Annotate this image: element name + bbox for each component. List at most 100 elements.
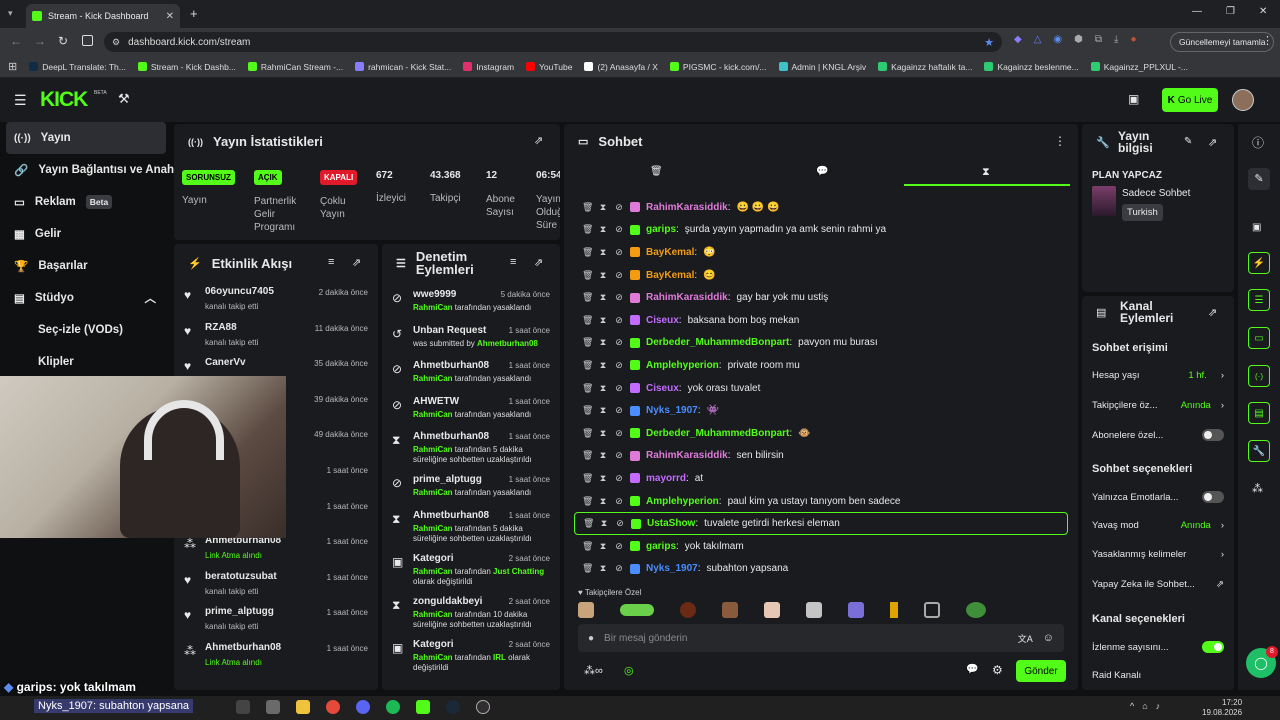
- popout-icon[interactable]: ⇗: [352, 256, 361, 269]
- delete-message-icon[interactable]: 🗑: [582, 428, 593, 439]
- chat-username[interactable]: Ciseux: [646, 383, 679, 394]
- emote-icon[interactable]: [924, 602, 940, 618]
- maximize-icon[interactable]: ❐: [1226, 6, 1235, 17]
- popout-icon[interactable]: ⇗: [1208, 306, 1217, 319]
- moderation-item[interactable]: ⊘ Ahmetburhan08 1 saat önce RahmiCan tarafı…: [382, 359, 560, 395]
- hourglass-icon[interactable]: ⧗: [982, 166, 990, 179]
- sidebar-item-studio[interactable]: ▤ Stüdyo ︿: [0, 282, 172, 314]
- bookmark-item[interactable]: Stream - Kick Dashb...: [137, 62, 236, 72]
- downloads-icon[interactable]: ⤓: [1114, 34, 1118, 45]
- view-count-toggle[interactable]: [1202, 641, 1224, 653]
- bookmark-item[interactable]: (2) Anasayfa / X: [584, 62, 658, 72]
- chat-username[interactable]: UstaShow: [647, 518, 695, 529]
- ban-icon[interactable]: ⊘: [614, 428, 624, 439]
- bookmark-star-icon[interactable]: ★: [984, 36, 994, 49]
- emoji-icon[interactable]: ☺: [1043, 632, 1054, 644]
- settings-gear-icon[interactable]: ⚙: [992, 663, 1003, 677]
- emote-icon[interactable]: [620, 604, 654, 616]
- extension-3-icon[interactable]: ◉: [1053, 34, 1062, 45]
- rail-chat-icon[interactable]: ▭: [1248, 327, 1270, 349]
- delete-message-icon[interactable]: 🗑: [582, 383, 593, 394]
- moderation-item[interactable]: ▣ Kategori 2 saat önce RahmiCan tarafından …: [382, 638, 560, 681]
- delete-message-icon[interactable]: 🗑: [582, 315, 593, 326]
- bookmark-item[interactable]: Kagainzz beslenme...: [984, 62, 1079, 72]
- filter-icon[interactable]: ≡: [510, 256, 516, 268]
- chat-username[interactable]: BayKemal: [646, 247, 694, 258]
- chat-input[interactable]: ● Bir mesaj gönderin 文A ☺: [578, 624, 1064, 652]
- activity-item[interactable]: ♥ beratotuzsubat kanalı takip etti 1 saat ö…: [174, 569, 378, 605]
- ban-icon[interactable]: ⊘: [614, 337, 624, 348]
- delete-message-icon[interactable]: 🗑: [582, 202, 593, 213]
- explorer-icon[interactable]: [296, 700, 310, 714]
- moderation-item[interactable]: ⊘ wwe9999 5 dakika önce RahmiCan tarafından…: [382, 288, 560, 324]
- tools-icon[interactable]: ⚒: [118, 91, 130, 107]
- popout-icon[interactable]: ⇗: [534, 256, 543, 269]
- browser-menu-icon[interactable]: ⋮: [1262, 34, 1273, 47]
- extensions-puzzle-icon[interactable]: ⧉: [1095, 34, 1102, 45]
- chat-message[interactable]: 🗑 ⧗ ⊘ garips: şurda yayın yapmadın ya amk se…: [564, 219, 1078, 242]
- popout-icon[interactable]: ⇗: [1208, 136, 1217, 149]
- bookmark-item[interactable]: Instagram: [463, 62, 514, 72]
- task-view-icon[interactable]: [236, 700, 250, 714]
- bookmark-item[interactable]: Kagainzz_PPLXUL -...: [1090, 62, 1188, 72]
- timeout-icon[interactable]: ⧗: [598, 247, 608, 258]
- update-button[interactable]: Güncellemeyi tamamla: [1170, 32, 1275, 52]
- timeout-icon[interactable]: ⧗: [598, 473, 608, 484]
- popout-icon[interactable]: ⇗: [534, 134, 543, 147]
- extension-1-icon[interactable]: ◆: [1014, 34, 1022, 45]
- chat-message[interactable]: 🗑 ⧗ ⊘ mayorrd: at: [564, 467, 1078, 490]
- delete-message-icon[interactable]: 🗑: [582, 247, 593, 258]
- timeout-icon[interactable]: ⧗: [598, 292, 608, 303]
- activity-item[interactable]: ⁂ Ahmetburhan08 Link Atma alındı 1 saat önc…: [174, 533, 378, 569]
- delete-message-icon[interactable]: 🗑: [582, 292, 593, 303]
- sidebar-item-stream[interactable]: ((·)) Yayın: [6, 122, 166, 154]
- ban-icon[interactable]: ⊘: [614, 292, 624, 303]
- info-icon[interactable]: ⓘ: [1252, 134, 1264, 151]
- emote-icon[interactable]: [890, 602, 898, 618]
- bookmark-item[interactable]: YouTube: [526, 62, 572, 72]
- chat-message[interactable]: 🗑 ⧗ ⊘ Nyks_1907: 👾: [564, 399, 1078, 422]
- chat-bubble-icon[interactable]: 💬: [966, 664, 978, 675]
- mod-tools-icon[interactable]: ⁂∞: [584, 664, 603, 677]
- chat-username[interactable]: Ciseux: [646, 315, 679, 326]
- activity-item[interactable]: ♥ 06oyuncu7405 kanalı takip etti 2 dakika ö…: [174, 284, 378, 320]
- moderation-item[interactable]: ↺ Unban Request 1 saat önce was submitted b…: [382, 324, 560, 360]
- browser-tab[interactable]: Stream - Kick Dashboard ✕: [26, 4, 180, 28]
- rail-list-icon[interactable]: ☰: [1248, 289, 1270, 311]
- edit-icon[interactable]: ✎: [1248, 168, 1270, 190]
- timeout-icon[interactable]: ⧗: [598, 224, 608, 235]
- forward-icon[interactable]: →: [34, 34, 46, 48]
- moderation-item[interactable]: ⊘ AHWETW 1 saat önce RahmiCan tarafından ya…: [382, 395, 560, 431]
- back-icon[interactable]: ←: [10, 34, 22, 48]
- emote-icon[interactable]: [848, 602, 864, 618]
- filter-icon[interactable]: ≡: [328, 256, 334, 268]
- ban-icon[interactable]: ⊘: [614, 202, 624, 213]
- chat-message[interactable]: 🗑 ⧗ ⊘ BayKemal: 😊: [564, 264, 1078, 287]
- chat-username[interactable]: BayKemal: [646, 270, 694, 281]
- bookmark-item[interactable]: Admin | KNGL Arşiv: [778, 62, 866, 72]
- delete-message-icon[interactable]: 🗑: [582, 473, 593, 484]
- delete-message-icon[interactable]: 🗑: [582, 541, 593, 552]
- chat-message[interactable]: 🗑 ⧗ ⊘ RahimKarasiddik: 😀 😀 😀: [564, 196, 1078, 219]
- timeout-icon[interactable]: ⧗: [598, 405, 608, 416]
- followers-only-setting[interactable]: Takipçilere öz... Anında ›: [1092, 400, 1224, 411]
- tray-arrow-icon[interactable]: ^: [1130, 701, 1134, 711]
- ban-icon[interactable]: ⊘: [614, 383, 624, 394]
- tab-list-icon[interactable]: ▾: [8, 8, 20, 20]
- obs-icon[interactable]: [476, 700, 490, 714]
- moderation-item[interactable]: ⧗ Ahmetburhan08 1 saat önce RahmiCan tarafı…: [382, 430, 560, 473]
- sidebar-item-clips[interactable]: Klipler: [0, 346, 172, 378]
- subs-only-toggle[interactable]: [1202, 429, 1224, 441]
- timeout-icon[interactable]: ⧗: [598, 360, 608, 371]
- delete-message-icon[interactable]: 🗑: [582, 224, 593, 235]
- chat-message[interactable]: 🗑 ⧗ ⊘ garips: yok takılmam: [564, 535, 1078, 558]
- chat-message[interactable]: 🗑 ⧗ ⊘ Nyks_1907: subahton yapsana: [564, 558, 1078, 581]
- chat-username[interactable]: RahimKarasiddik: [646, 292, 728, 303]
- chat-username[interactable]: garips: [646, 541, 676, 552]
- translate-icon[interactable]: 文A: [1018, 632, 1033, 645]
- chat-username[interactable]: Amplehyperion: [646, 496, 719, 507]
- studio-icon[interactable]: ▣: [1128, 92, 1139, 106]
- emote-icon[interactable]: [764, 602, 780, 618]
- chat-username[interactable]: mayorrd: [646, 473, 686, 484]
- bookmark-item[interactable]: RahmiCan Stream -...: [247, 62, 343, 72]
